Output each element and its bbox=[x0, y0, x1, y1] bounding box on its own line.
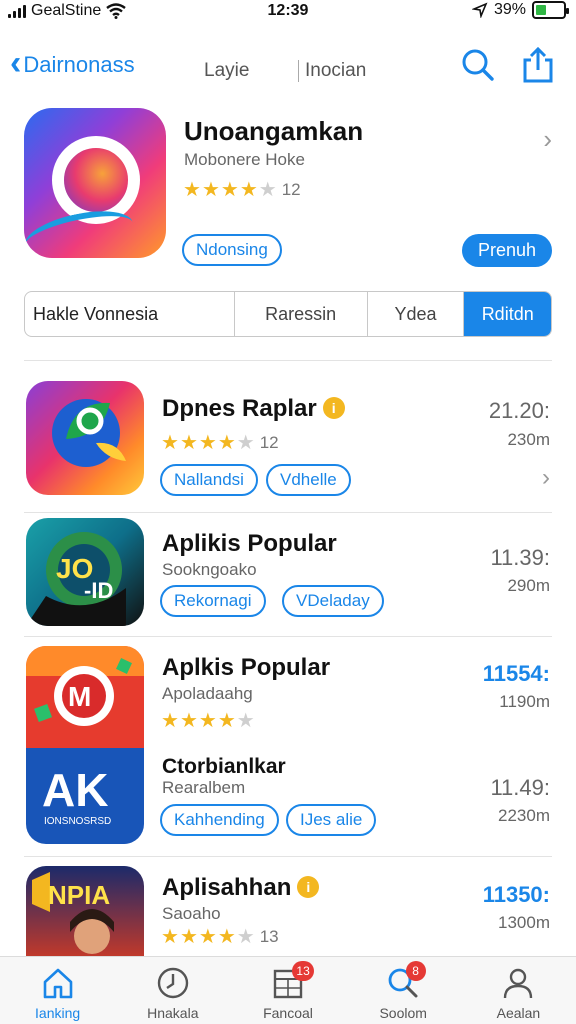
nav-bar: ‹ Dairnonass Layie Inocian bbox=[0, 40, 576, 96]
app-title: Dpnes Raplar i bbox=[162, 395, 345, 423]
segment-rditdn[interactable]: Rditdn bbox=[464, 292, 551, 336]
share-icon[interactable] bbox=[520, 46, 556, 84]
app-tag-button[interactable]: VDeladay bbox=[282, 585, 384, 617]
home-icon bbox=[43, 968, 72, 999]
divider bbox=[24, 360, 552, 361]
battery-icon bbox=[532, 1, 569, 19]
tab-clock[interactable]: Hnakala bbox=[115, 957, 230, 1024]
app-time: 11554: bbox=[482, 661, 550, 686]
notification-badge: 8 bbox=[405, 961, 426, 981]
chevron-left-icon: ‹ bbox=[10, 44, 22, 82]
tab-calendar[interactable]: 13 Fancoal bbox=[230, 957, 345, 1024]
svg-text:M: M bbox=[68, 681, 91, 712]
divider bbox=[24, 512, 552, 513]
battery-level bbox=[536, 5, 547, 15]
search-icon[interactable] bbox=[460, 46, 496, 84]
app-title: Ctorbianlkar bbox=[162, 755, 286, 778]
tab-label: Ianking bbox=[35, 1005, 81, 1021]
star-rating: ★★★★★ bbox=[161, 432, 256, 454]
app-size: 230m bbox=[507, 430, 550, 449]
rating-count: 12 bbox=[259, 432, 279, 452]
app-developer: Saoaho bbox=[162, 904, 221, 923]
status-bar: GealStine 12:39 39% bbox=[0, 0, 576, 24]
chevron-right-icon[interactable]: › bbox=[542, 464, 550, 492]
rating-count: 13 bbox=[259, 926, 279, 946]
segment-hakle[interactable]: Hakle Vonnesia bbox=[25, 292, 235, 336]
back-button[interactable]: ‹ Dairnonass bbox=[10, 46, 135, 80]
chevron-right-icon[interactable]: › bbox=[543, 124, 552, 155]
app-developer: Rearalbem bbox=[162, 778, 246, 797]
icon-text-id: -ID bbox=[84, 578, 113, 603]
app-tag-button[interactable]: Nallandsi bbox=[160, 464, 258, 496]
app-size: 290m bbox=[507, 576, 550, 595]
divider bbox=[24, 856, 552, 857]
app-rating: ★★★★★ bbox=[161, 708, 256, 733]
app-time: 11350: bbox=[482, 882, 550, 907]
tab-search[interactable]: 8 Soolom bbox=[346, 957, 461, 1024]
app-tag-button[interactable]: Vdhelle bbox=[266, 464, 351, 496]
app-icon-dpnes[interactable] bbox=[26, 381, 144, 495]
app-tag-button[interactable]: Rekornagi bbox=[160, 585, 266, 617]
app-title: Aplkis Popular bbox=[162, 654, 331, 681]
icon-text-ak: AK bbox=[42, 764, 108, 816]
nav-tab-inocian[interactable]: Inocian bbox=[298, 60, 366, 82]
icon-text-ak-sub: IONSNOSRSD bbox=[44, 816, 111, 827]
app-rating: ★★★★★ 13 bbox=[161, 924, 279, 949]
app-title: Aplikis Popular bbox=[162, 530, 337, 557]
app-icon-ak[interactable]: M AK IONSNOSRSD bbox=[26, 646, 144, 844]
tab-label: Fancoal bbox=[263, 1005, 313, 1021]
star-rating: ★★★★★ bbox=[183, 179, 278, 201]
verified-badge-icon: i bbox=[322, 397, 345, 419]
tab-profile[interactable]: Aealan bbox=[461, 957, 576, 1024]
location-icon bbox=[471, 2, 488, 18]
app-icon-jo[interactable]: JO -ID bbox=[26, 518, 144, 626]
app-size: 1300m bbox=[498, 913, 550, 932]
app-rating: ★★★★★ 12 bbox=[161, 430, 279, 455]
star-rating: ★★★★★ bbox=[161, 710, 256, 732]
tab-label: Hnakala bbox=[147, 1005, 199, 1021]
star-rating: ★★★★★ bbox=[161, 926, 256, 948]
app-developer: Sookngoako bbox=[162, 560, 257, 579]
app-size: 1190m bbox=[499, 692, 550, 711]
status-right: 39% bbox=[471, 1, 569, 19]
app-tag-button[interactable]: Kahhending bbox=[160, 804, 279, 836]
app-icon-npia[interactable]: NPIA bbox=[26, 866, 144, 956]
hero-app-developer: Mobonere Hoke bbox=[184, 150, 305, 169]
app-tag-button[interactable]: IJes alie bbox=[286, 804, 377, 836]
nav-tab-layie[interactable]: Layie bbox=[204, 60, 249, 82]
hero-action-button[interactable]: Prenuh bbox=[461, 234, 552, 267]
tab-label: Aealan bbox=[496, 1005, 541, 1021]
app-time: 11.39: bbox=[490, 545, 550, 570]
app-size: 2230m bbox=[498, 806, 550, 825]
verified-badge-icon: i bbox=[297, 876, 320, 898]
app-time: 11.49: bbox=[490, 775, 550, 800]
tab-home[interactable]: Ianking bbox=[0, 957, 115, 1024]
back-label: Dairnonass bbox=[23, 52, 135, 77]
hero-app-icon[interactable] bbox=[24, 108, 166, 258]
battery-percent: 39% bbox=[493, 1, 526, 18]
segment-raressin[interactable]: Raressin bbox=[235, 292, 368, 336]
hero-rating: ★★★★★ 12 bbox=[183, 177, 301, 202]
tab-label: Soolom bbox=[379, 1005, 427, 1021]
divider bbox=[24, 636, 552, 637]
app-time: 21.20: bbox=[488, 398, 550, 423]
notification-badge: 13 bbox=[292, 961, 314, 981]
icon-text-npia: NPIA bbox=[48, 880, 110, 910]
hero-tag-button[interactable]: Ndonsing bbox=[182, 234, 282, 266]
tab-bar: Ianking Hnakala 13 Fancoal 8 Soolom Aeal… bbox=[0, 956, 576, 1024]
hero-app-title: Unoangamkan bbox=[184, 116, 364, 146]
clock-icon bbox=[157, 967, 188, 999]
segment-ydea[interactable]: Ydea bbox=[368, 292, 465, 336]
rating-count: 12 bbox=[281, 179, 301, 199]
person-icon bbox=[504, 968, 533, 999]
app-title: Aplisahhan i bbox=[162, 874, 320, 902]
segmented-control: Hakle Vonnesia Raressin Ydea Rditdn bbox=[24, 291, 552, 337]
app-developer: Apoladaahg bbox=[162, 684, 253, 703]
